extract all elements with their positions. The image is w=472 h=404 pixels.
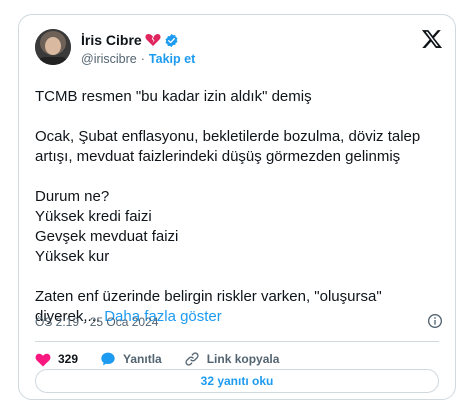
follow-button[interactable]: Takip et xyxy=(149,52,195,66)
reply-label: Yanıtla xyxy=(123,352,162,366)
link-icon xyxy=(185,352,199,366)
copy-link-label: Link kopyala xyxy=(206,352,280,366)
tweet-paragraph: Ocak, Şubat enflasyonu, bekletilerde boz… xyxy=(35,128,421,165)
reply-button[interactable]: Yanıtla xyxy=(100,351,162,367)
reply-bubble-icon xyxy=(101,352,115,366)
tweet-text: TCMB resmen "bu kadar izin aldık" demiş … xyxy=(35,87,445,327)
heart-icon xyxy=(35,353,51,366)
author-name-row: İris Cibre xyxy=(81,32,179,48)
like-button[interactable]: 329 xyxy=(35,352,78,367)
broken-heart-icon xyxy=(145,34,161,46)
x-logo-icon[interactable] xyxy=(421,28,443,50)
read-replies-label: 32 yanıtı oku xyxy=(200,374,274,388)
author-handle-row: @iriscibre · Takip et xyxy=(81,52,195,66)
separator-dot: · xyxy=(140,52,145,66)
author-name[interactable]: İris Cibre xyxy=(81,32,142,48)
tweet-timestamp[interactable]: ÖS 2:19 · 25 Oca 2024 xyxy=(35,315,158,329)
tweet-paragraph: Durum ne? Yüksek kredi faizi Gevşek mevd… xyxy=(35,188,179,265)
divider xyxy=(35,341,439,342)
copy-link-button[interactable]: Link kopyala xyxy=(184,351,280,367)
info-icon[interactable] xyxy=(427,313,443,329)
verified-badge-icon xyxy=(165,33,178,47)
tweet-actions: 329 Yanıtla Link kopyala xyxy=(35,351,301,367)
tweet-paragraph: TCMB resmen "bu kadar izin aldık" demiş xyxy=(35,88,312,105)
like-count: 329 xyxy=(58,352,79,366)
tweet-card: İris Cibre @iriscibre · Takip et TCMB re… xyxy=(18,14,456,400)
author-handle[interactable]: @iriscibre xyxy=(81,52,137,66)
avatar-image xyxy=(35,29,71,65)
avatar[interactable] xyxy=(35,29,71,65)
read-replies-button[interactable]: 32 yanıtı oku xyxy=(35,369,439,393)
